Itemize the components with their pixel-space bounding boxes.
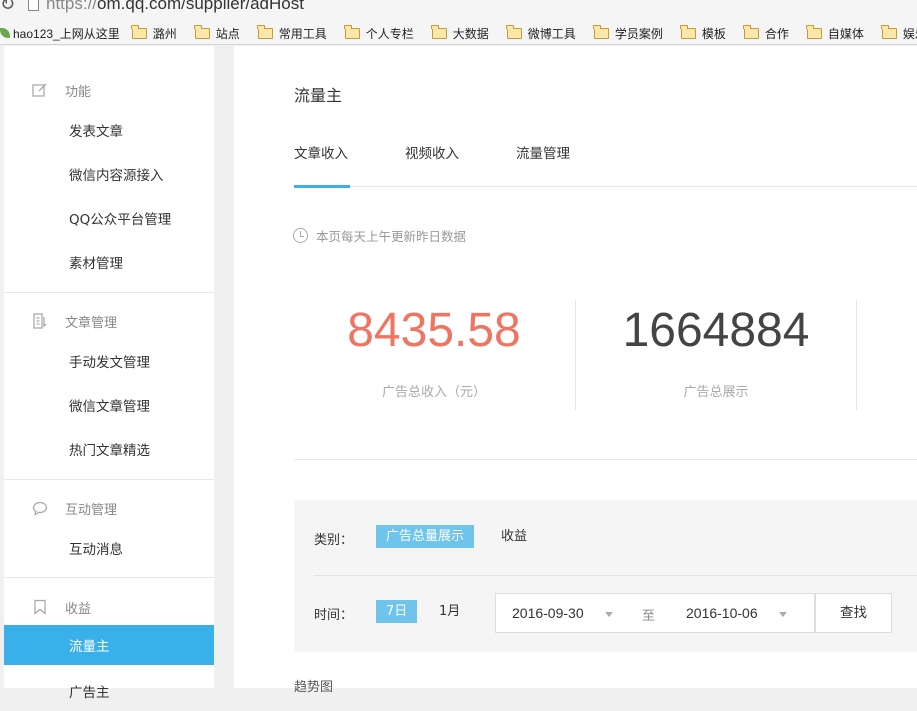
- folder-icon: [743, 24, 759, 39]
- bookmark-folder[interactable]: 模板: [680, 24, 726, 42]
- category-option-impressions[interactable]: 广告总量展示: [376, 525, 475, 548]
- sidebar-item-advertiser[interactable]: 广告主: [4, 671, 214, 711]
- sidebar: 功能 发表文章 微信内容源接入 QQ公众平台管理 素材管理 文章管理 手动发文管…: [4, 46, 214, 701]
- filter-row-divider: [314, 575, 917, 576]
- time-option-1m[interactable]: 1月: [429, 600, 470, 623]
- section-divider: [294, 459, 917, 460]
- folder-icon: [881, 24, 897, 39]
- bookmark-folder[interactable]: 学员案例: [593, 24, 663, 42]
- sidebar-item-hot-articles[interactable]: 热门文章精选: [4, 429, 214, 469]
- stat-label: 广告总展示: [683, 385, 749, 400]
- hao123-icon: [0, 28, 10, 38]
- bookmark-folder[interactable]: 娱乐: [881, 24, 917, 42]
- bookmark-folder[interactable]: 自媒体: [806, 24, 864, 42]
- bookmark-folder[interactable]: 大数据: [431, 24, 489, 42]
- sidebar-item-qq-platform[interactable]: QQ公众平台管理: [4, 198, 214, 238]
- tab-bar: 文章收入 视频收入 流量管理: [294, 142, 917, 188]
- folder-icon: [806, 24, 822, 39]
- folder-icon: [131, 24, 147, 39]
- time-label: 时间：: [314, 608, 354, 623]
- filter-panel: 类别： 广告总量展示 收益 时间： 7日 1月 2016-09-30 至 201…: [294, 500, 917, 652]
- trend-chart-title: 趋势图: [294, 680, 334, 695]
- update-note: 本页每天上午更新昨日数据: [293, 226, 466, 245]
- sidebar-group-interaction: 互动管理: [4, 488, 214, 528]
- page-icon: [28, 0, 39, 11]
- reload-icon[interactable]: ↻: [0, 0, 15, 15]
- folder-icon: [344, 24, 360, 39]
- sidebar-divider: [4, 479, 214, 480]
- sidebar-item-wechat-source[interactable]: 微信内容源接入: [4, 154, 214, 194]
- sidebar-item-traffic-host[interactable]: 流量主: [4, 625, 214, 665]
- edit-icon: [32, 83, 47, 97]
- main-panel: 流量主 文章收入 视频收入 流量管理 本页每天上午更新昨日数据 8435.58 …: [234, 46, 917, 695]
- bookmark-folder[interactable]: 微博工具: [506, 24, 576, 42]
- bookmark-folder[interactable]: 个人专栏: [344, 24, 414, 42]
- date-range-picker: 2016-09-30 至 2016-10-06: [495, 593, 815, 633]
- bookmark-folder[interactable]: 合作: [743, 24, 789, 42]
- sidebar-group-article-management: 文章管理: [4, 301, 214, 341]
- page-title: 流量主: [294, 86, 343, 105]
- sidebar-item-manual-articles[interactable]: 手动发文管理: [4, 341, 214, 381]
- address-bar[interactable]: ↻ https://om.qq.com/supplier/adHost: [0, 0, 917, 15]
- tab-video-income[interactable]: 视频收入: [405, 142, 459, 187]
- sidebar-divider: [4, 292, 214, 293]
- folder-icon: [506, 24, 522, 39]
- clock-icon: [293, 228, 308, 243]
- sidebar-item-wechat-articles[interactable]: 微信文章管理: [4, 385, 214, 425]
- bookmark-folder[interactable]: 站点: [194, 24, 240, 42]
- sidebar-item-publish-article[interactable]: 发表文章: [4, 110, 214, 150]
- stat-total-impressions: 1664884 广告总展示: [576, 301, 856, 400]
- tab-article-income[interactable]: 文章收入: [294, 142, 350, 188]
- chevron-down-icon[interactable]: [605, 612, 613, 617]
- bookmark-icon: [34, 599, 46, 615]
- sidebar-group-functions: 功能: [4, 70, 214, 110]
- bookmark-hao123[interactable]: hao123_上网从这里: [0, 25, 120, 42]
- bookmark-folder[interactable]: 潞州: [131, 24, 177, 42]
- document-icon: [33, 313, 47, 329]
- sidebar-item-messages[interactable]: 互动消息: [4, 528, 214, 568]
- sidebar-item-materials[interactable]: 素材管理: [4, 242, 214, 282]
- bookmarks-bar: hao123_上网从这里 潞州 站点 常用工具 个人专栏 大数据 微博工具 学员…: [0, 22, 917, 44]
- bookmark-folder[interactable]: 常用工具: [257, 24, 327, 42]
- category-option-revenue[interactable]: 收益: [491, 525, 537, 548]
- start-date-select[interactable]: 2016-09-30: [512, 605, 584, 621]
- stat-label: 广告总收入（元）: [381, 385, 486, 400]
- end-date-select[interactable]: 2016-10-06: [686, 605, 758, 621]
- chat-bubble-icon: [32, 501, 48, 516]
- stat-divider: [856, 300, 857, 410]
- folder-icon: [257, 24, 273, 39]
- stat-total-income: 8435.58 广告总收入（元）: [294, 301, 574, 400]
- folder-icon: [593, 24, 609, 39]
- browser-chrome: ↻ https://om.qq.com/supplier/adHost hao1…: [0, 0, 917, 45]
- sidebar-group-revenue: 收益: [4, 587, 214, 627]
- date-range-separator: 至: [642, 609, 656, 624]
- tab-traffic-management[interactable]: 流量管理: [516, 142, 570, 187]
- search-button[interactable]: 查找: [815, 593, 892, 633]
- url-text[interactable]: https://om.qq.com/supplier/adHost: [46, 0, 304, 14]
- sidebar-divider: [4, 577, 214, 578]
- folder-icon: [431, 24, 447, 39]
- time-option-7d[interactable]: 7日: [376, 600, 418, 623]
- category-label: 类别：: [314, 533, 354, 548]
- folder-icon: [680, 24, 696, 39]
- stat-value: 1664884: [622, 304, 810, 357]
- stat-value: 8435.58: [347, 304, 521, 357]
- folder-icon: [194, 24, 210, 39]
- chevron-down-icon[interactable]: [779, 612, 787, 617]
